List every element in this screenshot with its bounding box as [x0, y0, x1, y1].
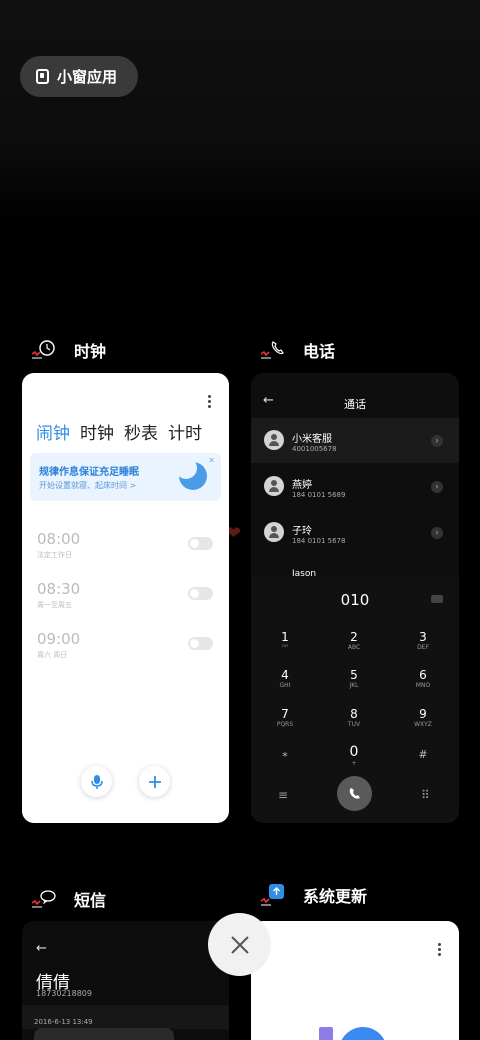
- alarm-item[interactable]: 09:00 周六 周日: [37, 630, 80, 660]
- contact-name: 子玲: [292, 526, 312, 537]
- update-app-header[interactable]: 系统更新: [259, 883, 367, 907]
- alarm-time: 08:30: [37, 580, 81, 598]
- more-options-icon[interactable]: [438, 943, 441, 958]
- clock-app-icon: [30, 339, 56, 361]
- phone-call-icon: [349, 787, 360, 799]
- avatar-icon: [264, 476, 284, 496]
- dial-key-star[interactable]: *: [255, 750, 315, 763]
- alarm-toggle[interactable]: [188, 637, 213, 650]
- back-arrow-icon[interactable]: ←: [36, 941, 47, 956]
- plus-icon: [148, 775, 161, 788]
- message-app-icon: [30, 888, 56, 910]
- banner-title: 规律作息保证充足睡眠: [39, 467, 139, 478]
- banner-subtitle: 开始设置就寝、起床时间 >: [39, 481, 137, 490]
- alarm-item[interactable]: 08:30 周一至周五: [37, 580, 80, 610]
- dial-key-3[interactable]: 3 DEF: [393, 630, 453, 651]
- dial-key-0[interactable]: 0 +: [324, 744, 384, 767]
- tab-clock[interactable]: 时钟: [80, 419, 114, 444]
- tab-timer[interactable]: 计时: [168, 419, 202, 444]
- chevron-right-icon[interactable]: ›: [431, 481, 443, 493]
- partial-contact-name: Jason: [292, 569, 317, 576]
- clock-app-title: 时钟: [74, 342, 107, 361]
- contact-number: 184 0101 5678: [292, 537, 346, 545]
- contact-row[interactable]: 小米客服 4001005678 ›: [251, 418, 459, 463]
- chevron-right-icon[interactable]: ›: [431, 527, 443, 539]
- microphone-icon: [90, 774, 103, 789]
- banner-close-icon[interactable]: ✕: [208, 456, 215, 465]
- dialpad-grid-icon[interactable]: ⠿: [421, 788, 430, 802]
- clock-app-header[interactable]: 时钟: [30, 338, 106, 362]
- menu-icon[interactable]: ≡: [278, 788, 288, 802]
- system-update-icon: [259, 884, 285, 906]
- backspace-icon[interactable]: [431, 595, 443, 603]
- more-options-icon[interactable]: [207, 395, 211, 409]
- alarm-item[interactable]: 08:00 法定工作日: [37, 530, 80, 560]
- avatar-icon: [264, 430, 284, 450]
- dial-display: 010: [340, 591, 370, 609]
- phone-app-card[interactable]: ← 通话 小米客服 4001005678 › 燕婷 184 0101 5689 …: [251, 373, 459, 823]
- mini-window-icon: [36, 69, 49, 84]
- dial-key-9[interactable]: 9 WXYZ: [393, 707, 453, 728]
- contact-name: 燕婷: [292, 480, 312, 491]
- alarm-repeat: 周一至周五: [37, 601, 72, 609]
- dial-key-5[interactable]: 5 JKL: [324, 668, 384, 689]
- alarm-toggle[interactable]: [188, 537, 213, 550]
- close-icon: [230, 935, 249, 954]
- avatar-icon: [264, 522, 284, 542]
- dial-key-hash[interactable]: #: [393, 748, 453, 761]
- clear-all-button[interactable]: [208, 913, 271, 976]
- dial-key-7[interactable]: 7 PQRS: [255, 707, 315, 728]
- phone-app-header[interactable]: 电话: [259, 338, 335, 362]
- sms-app-header[interactable]: 短信: [30, 887, 106, 911]
- tab-stopwatch[interactable]: 秒表: [124, 419, 158, 444]
- dial-key-6[interactable]: 6 MNO: [393, 668, 453, 689]
- alarm-repeat: 法定工作日: [37, 551, 72, 559]
- mini-window-apps-label: 小窗应用: [57, 68, 118, 86]
- dial-key-8[interactable]: 8 TUV: [324, 707, 384, 728]
- sms-app-title: 短信: [74, 891, 107, 910]
- moon-icon: [175, 457, 207, 490]
- contact-number: 4001005678: [292, 445, 337, 453]
- phone-app-icon: [259, 339, 285, 361]
- tab-alarm[interactable]: 闹钟: [36, 419, 70, 444]
- alarm-repeat: 周六 周日: [37, 651, 68, 659]
- calls-title: 通话: [344, 398, 366, 411]
- voice-alarm-button[interactable]: [81, 766, 112, 797]
- dial-key-2[interactable]: 2 ABC: [324, 630, 384, 651]
- dialpad: 010 1 ᴼᴼ 2 ABC 3 DEF 4 GHI 5 JKL 6 MNO 7 PQRS 8…: [251, 576, 459, 823]
- sms-contact-number: 18730218809: [36, 989, 92, 998]
- alarm-time: 08:00: [37, 530, 81, 548]
- sleep-schedule-banner[interactable]: 规律作息保证充足睡眠 开始设置就寝、起床时间 > ✕: [30, 453, 221, 501]
- contact-number: 184 0101 5689: [292, 491, 346, 499]
- message-bubble[interactable]: [34, 1028, 174, 1040]
- update-app-title: 系统更新: [303, 887, 368, 906]
- clock-app-card[interactable]: 闹钟 时钟 秒表 计时 规律作息保证充足睡眠 开始设置就寝、起床时间 > ✕ 0…: [22, 373, 229, 823]
- alarm-toggle[interactable]: [188, 587, 213, 600]
- add-alarm-button[interactable]: [139, 766, 170, 797]
- dial-key-4[interactable]: 4 GHI: [255, 668, 315, 689]
- contact-row[interactable]: 子玲 184 0101 5678 ›: [251, 510, 459, 555]
- sms-date: 2016-6-13 13:49: [34, 1018, 93, 1026]
- recent-apps-top-area: [0, 0, 480, 220]
- call-button[interactable]: [337, 776, 372, 811]
- update-app-card[interactable]: [251, 921, 459, 1040]
- sms-app-card[interactable]: ← 倩倩 18730218809 2016-6-13 13:49: [22, 921, 229, 1040]
- clock-tabs: 闹钟 时钟 秒表 计时: [36, 419, 202, 444]
- chevron-right-icon[interactable]: ›: [431, 435, 443, 447]
- phone-app-title: 电话: [303, 342, 336, 361]
- contact-row[interactable]: 燕婷 184 0101 5689 ›: [251, 464, 459, 509]
- mini-window-apps-button[interactable]: 小窗应用: [20, 56, 138, 97]
- alarm-time: 09:00: [37, 630, 81, 648]
- contact-name: 小米客服: [292, 434, 332, 445]
- dial-key-1[interactable]: 1 ᴼᴼ: [255, 630, 315, 651]
